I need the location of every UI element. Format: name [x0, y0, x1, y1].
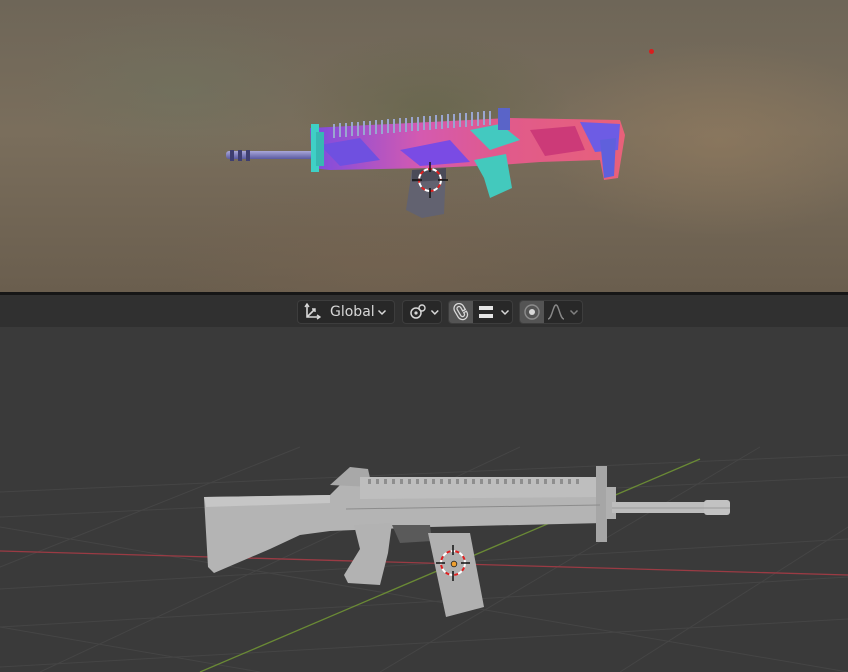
snap-toggle-button[interactable]	[449, 301, 473, 323]
viewport-header: Global	[0, 295, 848, 327]
snap-magnet-icon	[453, 303, 469, 321]
render-preview-viewport[interactable]	[0, 0, 848, 292]
transform-orientation-label: Global	[330, 304, 375, 320]
x-axis-line	[0, 550, 848, 576]
rifle-grip	[474, 154, 512, 198]
chevron-down-icon	[431, 310, 440, 315]
snapping-group	[448, 300, 513, 324]
transform-orientation-dropdown[interactable]: Global	[297, 300, 395, 324]
falloff-dropdown[interactable]	[544, 301, 568, 323]
chevron-down-icon	[569, 309, 579, 316]
proportional-editing-toggle[interactable]	[520, 301, 544, 323]
proportional-editing-icon	[524, 304, 540, 320]
rifle-body	[310, 108, 625, 180]
chevron-down-icon	[377, 309, 387, 316]
textured-rifle-render	[226, 108, 625, 218]
object-origin-icon[interactable]	[450, 560, 458, 568]
3d-viewport[interactable]	[0, 327, 848, 672]
rifle-barrel	[226, 150, 316, 161]
viewport-scene	[0, 446, 848, 672]
pivot-point-dropdown[interactable]	[402, 300, 442, 324]
transform-orientation-icon	[298, 301, 326, 323]
chevron-down-icon	[500, 309, 510, 316]
proportional-editing-group	[519, 300, 583, 324]
pivot-point-icon	[406, 301, 429, 323]
light-object-marker[interactable]	[649, 49, 654, 54]
snap-increment-dropdown[interactable]	[473, 301, 499, 323]
rifle-solid-model[interactable]	[204, 466, 730, 617]
falloff-curve-icon	[547, 304, 565, 320]
snap-increment-icon	[479, 306, 493, 318]
